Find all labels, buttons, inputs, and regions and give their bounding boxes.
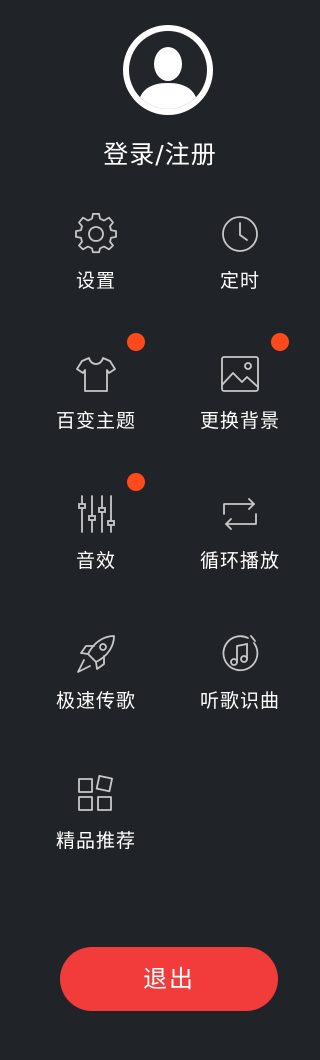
menu-item-sound-effects[interactable]: 音效 — [36, 482, 156, 592]
menu-item-label: 定时 — [219, 270, 260, 292]
menu-item-label: 设置 — [75, 270, 116, 292]
menu-item-fast-transfer[interactable]: 极速传歌 — [36, 622, 156, 732]
clock-icon — [218, 212, 262, 256]
apps-grid-icon — [74, 772, 118, 816]
logout-button[interactable]: 退出 — [60, 947, 278, 1011]
rocket-icon — [74, 632, 118, 676]
menu-item-label: 听歌识曲 — [199, 690, 280, 712]
menu-item-song-recognition[interactable]: 听歌识曲 — [180, 622, 300, 732]
menu-item-label: 更换背景 — [199, 410, 280, 432]
menu-item-label: 循环播放 — [199, 550, 280, 572]
menu-item-label: 音效 — [75, 550, 116, 572]
repeat-icon — [218, 492, 262, 536]
menu-item-settings[interactable]: 设置 — [36, 202, 156, 312]
menu-item-label: 百变主题 — [55, 410, 136, 432]
avatar-placeholder-icon — [129, 31, 207, 109]
shirt-icon — [74, 352, 118, 396]
music-note-icon — [218, 632, 262, 676]
menu-item-label: 精品推荐 — [55, 830, 136, 852]
side-menu-panel: 登录/注册 设置 定时 百变主题 更换背景 音效 循环播放 极速传歌 听歌识曲 … — [0, 0, 320, 1060]
new-badge — [271, 333, 289, 351]
menu-item-timer[interactable]: 定时 — [180, 202, 300, 312]
equalizer-icon — [74, 492, 118, 536]
menu-item-recommendations[interactable]: 精品推荐 — [36, 762, 156, 872]
image-icon — [218, 352, 262, 396]
menu-item-background[interactable]: 更换背景 — [180, 342, 300, 452]
avatar[interactable] — [123, 25, 213, 115]
new-badge — [127, 333, 145, 351]
gear-icon — [74, 212, 118, 256]
menu-item-label: 极速传歌 — [55, 690, 136, 712]
new-badge — [127, 473, 145, 491]
login-register-link[interactable]: 登录/注册 — [0, 130, 320, 180]
menu-item-themes[interactable]: 百变主题 — [36, 342, 156, 452]
menu-item-loop-play[interactable]: 循环播放 — [180, 482, 300, 592]
